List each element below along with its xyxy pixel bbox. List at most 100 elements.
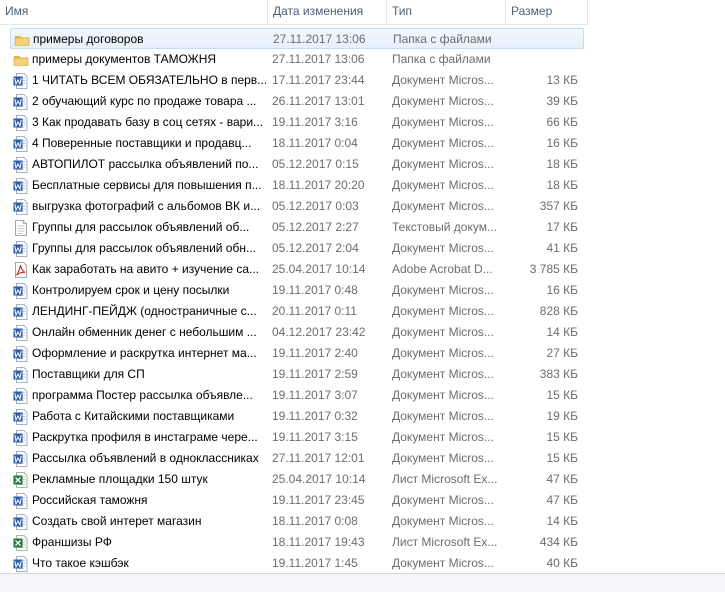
word-doc-icon — [13, 136, 29, 152]
file-row[interactable]: Рассылка объявлений в одноклассниках 27.1… — [10, 448, 584, 469]
file-type: Документ Micros... — [392, 136, 494, 150]
file-date-modified: 19.11.2017 3:07 — [272, 388, 358, 402]
file-row[interactable]: ЛЕНДИНГ-ПЕЙДЖ (одностраничные с... 20.11.… — [10, 301, 584, 322]
file-type: Документ Micros... — [392, 94, 494, 108]
folder-icon — [13, 52, 29, 68]
bottom-bar — [0, 573, 725, 592]
file-name: Что такое кэшбэк — [32, 556, 129, 570]
column-header-type[interactable]: Тип — [387, 0, 506, 24]
file-date-modified: 18.11.2017 20:20 — [272, 178, 365, 192]
file-date-modified: 19.11.2017 3:15 — [272, 430, 358, 444]
word-doc-icon — [13, 556, 29, 572]
pdf-icon — [13, 262, 29, 278]
file-row[interactable]: Работа с Китайскими поставщиками 19.11.20… — [10, 406, 584, 427]
file-date-modified: 27.11.2017 12:01 — [272, 451, 365, 465]
file-date-modified: 25.04.2017 10:14 — [272, 262, 366, 276]
word-doc-icon — [13, 514, 29, 530]
file-type: Документ Micros... — [392, 304, 494, 318]
file-date-modified: 25.04.2017 10:14 — [272, 472, 366, 486]
file-row[interactable]: Группы для рассылок объявлений обн... 05.… — [10, 238, 584, 259]
file-type: Лист Microsoft Ex... — [392, 535, 498, 549]
file-date-modified: 19.11.2017 0:48 — [272, 283, 358, 297]
word-doc-icon — [13, 493, 29, 509]
folder-row[interactable]: примеры документов ТАМОЖНЯ 27.11.2017 13:… — [10, 49, 584, 70]
file-size: 3 785 КБ — [529, 262, 578, 276]
file-row[interactable]: Рекламные площадки 150 штук 25.04.2017 10… — [10, 469, 584, 490]
file-row[interactable]: Что такое кэшбэк 19.11.2017 1:45 Документ … — [10, 553, 584, 574]
file-row[interactable]: 4 Поверенные поставщики и продавц... 18.1… — [10, 133, 584, 154]
file-size: 15 КБ — [546, 430, 578, 444]
file-date-modified: 18.11.2017 0:08 — [272, 514, 358, 528]
file-row[interactable]: Поставщики для СП 19.11.2017 2:59 Документ… — [10, 364, 584, 385]
file-size: 41 КБ — [546, 241, 578, 255]
file-row[interactable]: Оформление и раскрутка интернет ма... 19.… — [10, 343, 584, 364]
file-row[interactable]: Российская таможня 19.11.2017 23:45 Докуме… — [10, 490, 584, 511]
file-type: Документ Micros... — [392, 451, 494, 465]
word-doc-icon — [13, 388, 29, 404]
file-date-modified: 05.12.2017 2:04 — [272, 241, 359, 255]
excel-icon — [13, 472, 29, 488]
file-size: 47 КБ — [546, 472, 578, 486]
file-name: 3 Как продавать базу в соц сетях - вари.… — [32, 115, 264, 129]
file-size: 13 КБ — [546, 73, 578, 87]
file-size: 18 КБ — [546, 157, 578, 171]
file-row[interactable]: АВТОПИЛОТ рассылка объявлений по... 05.12… — [10, 154, 584, 175]
text-doc-icon — [13, 220, 29, 236]
file-row[interactable]: Создать свой интерет магазин 18.11.2017 0… — [10, 511, 584, 532]
file-name: Раскрутка профиля в инстаграме чере... — [32, 430, 258, 444]
file-date-modified: 19.11.2017 2:40 — [272, 346, 358, 360]
file-type: Документ Micros... — [392, 556, 494, 570]
file-name: Оформление и раскрутка интернет ма... — [32, 346, 257, 360]
file-row[interactable]: Контролируем срок и цену посылки 19.11.20… — [10, 280, 584, 301]
file-size: 27 КБ — [546, 346, 578, 360]
word-doc-icon — [13, 346, 29, 362]
file-list: примеры договоров 27.11.2017 13:06 Папка с… — [10, 28, 584, 574]
file-size: 19 КБ — [546, 409, 578, 423]
word-doc-icon — [13, 199, 29, 215]
file-type: Папка с файлами — [393, 32, 492, 46]
word-doc-icon — [13, 283, 29, 299]
file-name: выгрузка фотографий с альбомов ВК и... — [32, 199, 261, 213]
file-row[interactable]: 3 Как продавать базу в соц сетях - вари.… — [10, 112, 584, 133]
folder-row[interactable]: примеры договоров 27.11.2017 13:06 Папка с… — [10, 28, 584, 49]
file-row[interactable]: Онлайн обменник денег с небольшим ... 04.… — [10, 322, 584, 343]
file-row[interactable]: программа Постер рассылка объявле... 19.1… — [10, 385, 584, 406]
file-name: 4 Поверенные поставщики и продавц... — [32, 136, 252, 150]
file-row[interactable]: Бесплатные сервисы для повышения п... 18.… — [10, 175, 584, 196]
file-size: 15 КБ — [546, 451, 578, 465]
file-name: 2 обучающий курс по продаже товара ... — [32, 94, 257, 108]
file-name: АВТОПИЛОТ рассылка объявлений по... — [32, 157, 259, 171]
file-type: Документ Micros... — [392, 241, 494, 255]
file-date-modified: 17.11.2017 23:44 — [272, 73, 365, 87]
file-name: 1 ЧИТАТЬ ВСЕМ ОБЯЗАТЕЛЬНО в перв... — [32, 73, 266, 87]
file-size: 39 КБ — [546, 94, 578, 108]
word-doc-icon — [13, 451, 29, 467]
word-doc-icon — [13, 178, 29, 194]
file-row[interactable]: Раскрутка профиля в инстаграме чере... 19… — [10, 427, 584, 448]
file-type: Документ Micros... — [392, 388, 494, 402]
file-name: Контролируем срок и цену посылки — [32, 283, 230, 297]
file-row[interactable]: 2 обучающий курс по продаже товара ... 26… — [10, 91, 584, 112]
file-size: 16 КБ — [546, 283, 578, 297]
file-size: 14 КБ — [546, 325, 578, 339]
file-row[interactable]: выгрузка фотографий с альбомов ВК и... 05… — [10, 196, 584, 217]
file-row[interactable]: 1 ЧИТАТЬ ВСЕМ ОБЯЗАТЕЛЬНО в перв... 17.11… — [10, 70, 584, 91]
file-type: Документ Micros... — [392, 199, 494, 213]
file-name: Рекламные площадки 150 штук — [32, 472, 208, 486]
file-size: 434 КБ — [539, 535, 578, 549]
file-type: Документ Micros... — [392, 283, 494, 297]
column-header-name[interactable]: Имя — [0, 0, 268, 24]
word-doc-icon — [13, 73, 29, 89]
file-date-modified: 05.12.2017 0:15 — [272, 157, 359, 171]
file-row[interactable]: Франшизы РФ 18.11.2017 19:43 Лист Microsof… — [10, 532, 584, 553]
file-date-modified: 19.11.2017 0:32 — [272, 409, 358, 423]
file-row[interactable]: Как заработать на авито + изучение са...… — [10, 259, 584, 280]
file-name: Онлайн обменник денег с небольшим ... — [32, 325, 257, 339]
file-size: 383 КБ — [539, 367, 578, 381]
column-header-date[interactable]: Дата изменения — [268, 0, 387, 24]
file-type: Документ Micros... — [392, 73, 494, 87]
column-header-size[interactable]: Размер — [506, 0, 588, 24]
excel-icon — [13, 535, 29, 551]
file-date-modified: 19.11.2017 23:45 — [272, 493, 365, 507]
file-row[interactable]: Группы для рассылок объявлений об... 05.1… — [10, 217, 584, 238]
